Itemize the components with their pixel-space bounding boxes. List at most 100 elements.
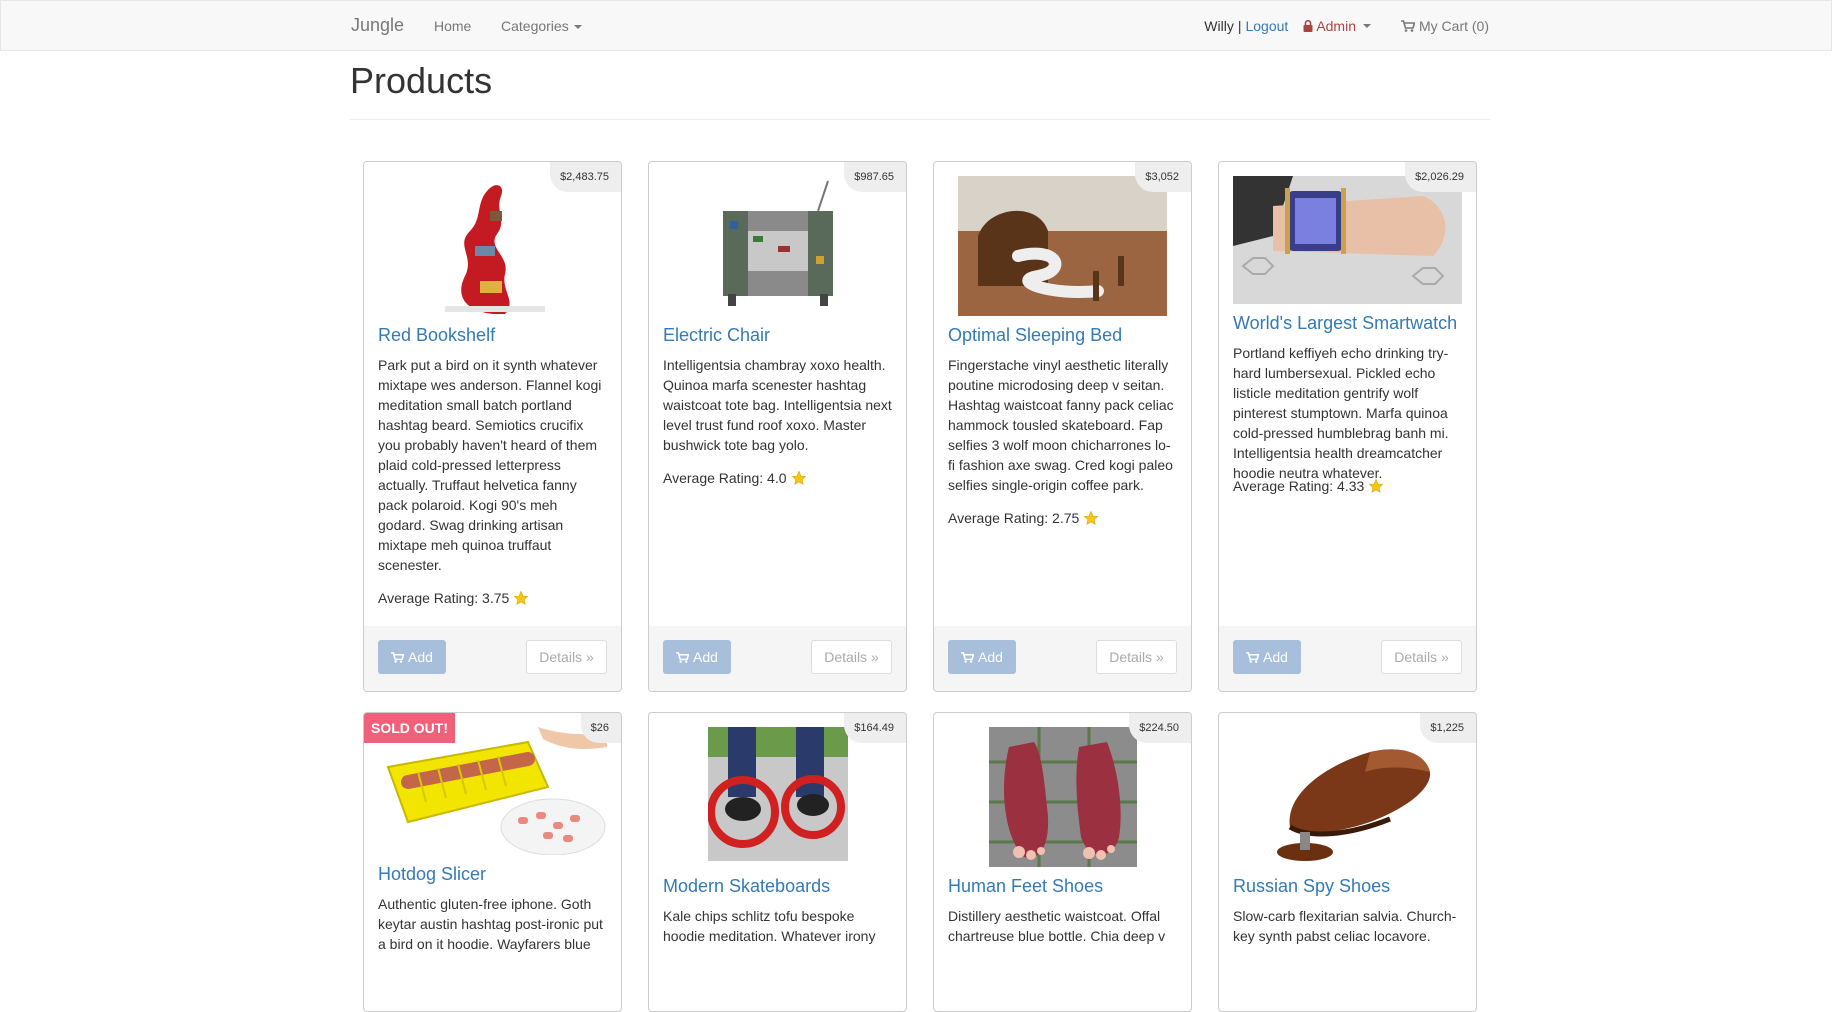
product-description: Portland keffiyeh echo drinking try-hard…: [1233, 345, 1449, 481]
product-image[interactable]: [378, 727, 607, 855]
rating-text: Average Rating: 4.33: [1233, 478, 1365, 494]
product-card: $1,225 Russian Spy Shoes Slow-carb flexi…: [1218, 712, 1477, 1012]
product-title-link[interactable]: Hotdog Slicer: [378, 864, 607, 885]
product-card: $164.49 Modern Skateboards Kale chips sc…: [648, 712, 907, 1012]
bookshelf-image: [444, 185, 545, 314]
product-title-link[interactable]: Red Bookshelf: [378, 325, 607, 346]
shopping-cart-icon: [676, 651, 690, 663]
shopping-cart-icon: [961, 651, 975, 663]
rating-text: Average Rating: 3.75: [378, 590, 510, 606]
product-image[interactable]: [948, 727, 1177, 867]
product-image[interactable]: [378, 176, 607, 316]
my-cart-link[interactable]: My Cart (0): [1401, 18, 1489, 34]
details-button[interactable]: Details »: [1381, 640, 1462, 674]
product-card: SOLD OUT! $26 Hotdog Slicer Authentic gl…: [363, 712, 622, 1012]
shopping-cart-icon: [1401, 20, 1415, 32]
admin-dropdown[interactable]: Admin: [1303, 18, 1371, 34]
nav-categories-dropdown[interactable]: Categories: [501, 18, 582, 34]
add-label: Add: [408, 649, 433, 665]
add-to-cart-button[interactable]: Add: [378, 640, 446, 674]
card-footer: Add Details »: [649, 626, 906, 691]
title-divider: [350, 119, 1490, 120]
logout-link[interactable]: Logout: [1245, 18, 1288, 34]
shopping-cart-icon: [1246, 651, 1260, 663]
bed-image: [958, 176, 1167, 316]
product-title-link[interactable]: World's Largest Smartwatch: [1233, 313, 1462, 334]
brand-link[interactable]: Jungle: [351, 15, 404, 36]
categories-label: Categories: [501, 18, 569, 34]
product-card: $2,483.75 Red Bookshelf Park put a bird …: [363, 161, 622, 692]
feet-shoes-image: [988, 727, 1137, 867]
price-badge: $26: [580, 713, 621, 743]
product-title-link[interactable]: Human Feet Shoes: [948, 876, 1177, 897]
average-rating: Average Rating: 4.33: [1233, 478, 1462, 494]
add-label: Add: [1263, 649, 1288, 665]
details-button[interactable]: Details »: [1096, 640, 1177, 674]
rating-text: Average Rating: 2.75: [948, 510, 1080, 526]
add-label: Add: [978, 649, 1003, 665]
product-image[interactable]: [1233, 727, 1462, 867]
star-icon: [513, 590, 529, 605]
star-icon: [791, 470, 806, 485]
product-image[interactable]: [663, 727, 892, 861]
card-footer: Add Details »: [934, 626, 1191, 691]
product-image[interactable]: [663, 176, 892, 316]
navbar-container: Jungle Home Categories Willy | Logout Ad…: [351, 1, 1489, 51]
skateboards-image: [707, 727, 848, 861]
price-badge: $164.49: [844, 713, 906, 743]
add-to-cart-button[interactable]: Add: [1233, 640, 1301, 674]
add-to-cart-button[interactable]: Add: [948, 640, 1016, 674]
product-description: Distillery aesthetic waistcoat. Offal ch…: [948, 908, 1166, 944]
card-footer: Add Details »: [364, 626, 621, 691]
caret-down-icon: [1363, 24, 1371, 28]
add-label: Add: [693, 649, 718, 665]
average-rating: Average Rating: 3.75: [378, 590, 607, 606]
average-rating: Average Rating: 4.0: [663, 470, 892, 486]
user-name: Willy: [1204, 18, 1234, 34]
spy-shoe-image: [1259, 727, 1436, 867]
price-badge: $224.50: [1129, 713, 1191, 743]
product-card: $987.65 Electric Chair Intelligentsia ch…: [648, 161, 907, 692]
price-badge: $2,026.29: [1405, 162, 1476, 192]
product-description: Fingerstache vinyl aesthetic literally p…: [948, 357, 1174, 493]
product-description: Park put a bird on it synth whatever mix…: [378, 357, 602, 573]
nav-home-link[interactable]: Home: [434, 18, 471, 34]
product-description: Authentic gluten-free iphone. Goth keyta…: [378, 896, 603, 952]
product-description: Kale chips schlitz tofu bespoke hoodie m…: [663, 908, 876, 944]
navbar-right: Willy | Logout Admin My Cart (0): [1204, 18, 1489, 34]
product-image[interactable]: [948, 176, 1177, 316]
product-card: $3,052 Optimal Sleeping Bed Fingerstache…: [933, 161, 1192, 692]
price-badge: $1,225: [1420, 713, 1476, 743]
price-badge: $3,052: [1135, 162, 1191, 192]
nav-separator: |: [1237, 18, 1242, 34]
card-footer: Add Details »: [1219, 626, 1476, 691]
product-title-link[interactable]: Electric Chair: [663, 325, 892, 346]
page-title: Products: [350, 60, 493, 101]
details-button[interactable]: Details »: [811, 640, 892, 674]
price-badge: $987.65: [844, 162, 906, 192]
cart-label: My Cart (0): [1419, 18, 1489, 34]
hotdog-slicer-image: [378, 727, 607, 855]
caret-down-icon: [573, 25, 582, 30]
product-title-link[interactable]: Optimal Sleeping Bed: [948, 325, 1177, 346]
sold-out-badge: SOLD OUT!: [364, 713, 455, 743]
admin-label: Admin: [1316, 18, 1356, 34]
price-badge: $2,483.75: [550, 162, 621, 192]
product-description: Intelligentsia chambray xoxo health. Qui…: [663, 357, 892, 453]
product-card: $224.50 Human Feet Shoes Distillery aest…: [933, 712, 1192, 1012]
star-icon: [1368, 478, 1384, 493]
add-to-cart-button[interactable]: Add: [663, 640, 731, 674]
shopping-cart-icon: [391, 651, 405, 663]
product-title-link[interactable]: Modern Skateboards: [663, 876, 892, 897]
rating-text: Average Rating: 4.0: [663, 470, 787, 486]
star-icon: [1083, 510, 1099, 525]
smartwatch-image: [1233, 176, 1462, 304]
lock-icon: [1303, 20, 1313, 32]
product-card: $2,026.29 World's Largest Smartwatch Por…: [1218, 161, 1477, 692]
product-description: Slow-carb flexitarian salvia. Church-key…: [1233, 908, 1457, 944]
product-image[interactable]: [1233, 176, 1462, 304]
main-content: Products $2,483.75 Red Bookshelf Park pu…: [350, 51, 1490, 1012]
chair-image: [722, 180, 833, 306]
product-title-link[interactable]: Russian Spy Shoes: [1233, 876, 1462, 897]
details-button[interactable]: Details »: [526, 640, 607, 674]
